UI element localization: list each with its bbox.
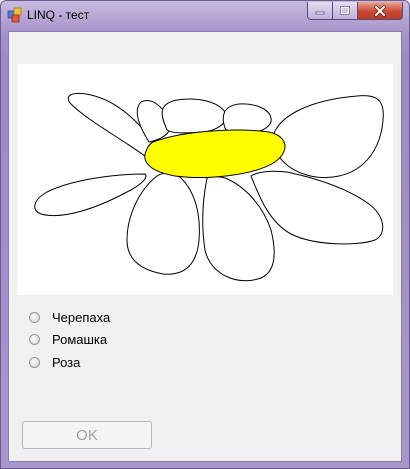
radio-button[interactable] (29, 311, 40, 323)
minimize-button[interactable] (307, 2, 333, 20)
app-window: LINQ - тест Черепаха Ромашка Роза OK (0, 0, 410, 469)
maximize-button[interactable] (332, 2, 358, 20)
minimize-icon (315, 11, 325, 14)
option-label: Черепаха (52, 309, 111, 325)
maximize-icon (340, 5, 350, 15)
close-button[interactable] (357, 2, 403, 20)
app-window-icon (7, 7, 22, 23)
option-roza[interactable]: Роза (29, 353, 80, 371)
radio-button[interactable] (29, 356, 40, 368)
option-romashka[interactable]: Ромашка (29, 330, 107, 348)
title-bar[interactable]: LINQ - тест (1, 1, 409, 31)
option-cherepakha[interactable]: Черепаха (29, 308, 110, 326)
option-label: Ромашка (52, 331, 108, 347)
form-client-area: Черепаха Ромашка Роза OK (8, 31, 402, 462)
close-icon (374, 4, 386, 17)
option-label: Роза (52, 354, 81, 370)
window-title: LINQ - тест (27, 8, 90, 22)
ok-button[interactable]: OK (22, 421, 152, 449)
flower-drawing (34, 92, 384, 282)
radio-button[interactable] (29, 333, 40, 345)
picture-box (17, 64, 393, 295)
